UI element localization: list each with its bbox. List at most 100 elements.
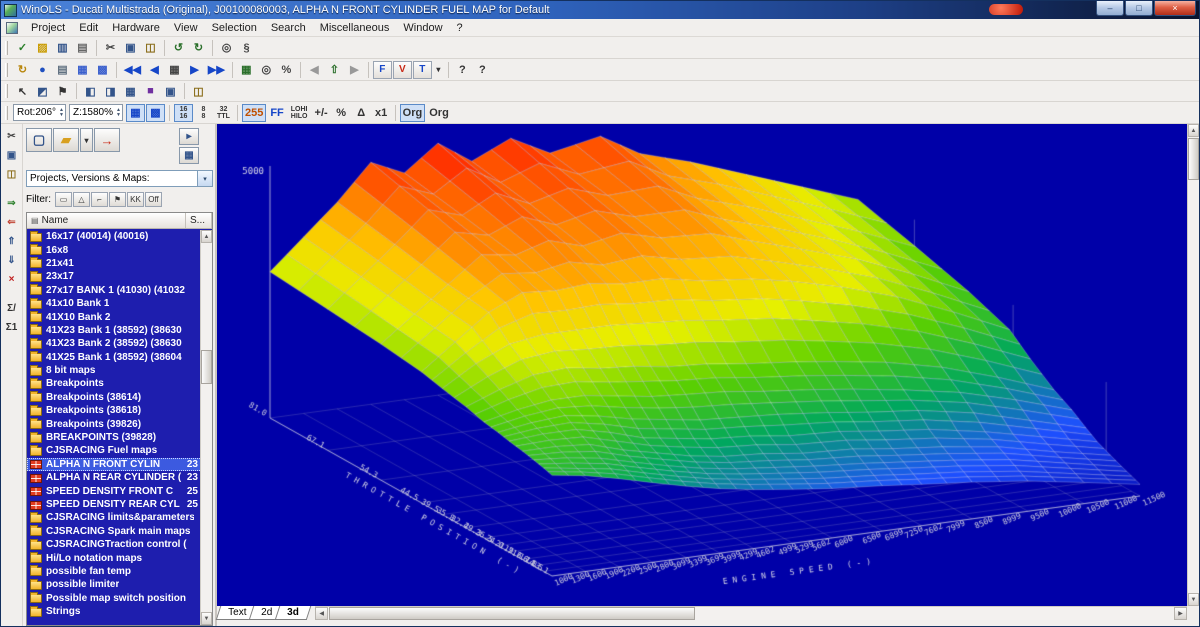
- split-vertical-button[interactable]: ◨: [101, 82, 120, 100]
- list-item[interactable]: 16x8: [27, 243, 212, 256]
- toolbar-grip[interactable]: [5, 84, 8, 98]
- sigma-slash-button[interactable]: Σ/: [3, 300, 21, 317]
- select-pointer-button[interactable]: ↖: [13, 82, 32, 100]
- list-item[interactable]: Breakpoints (38614): [27, 391, 212, 404]
- toolbar-grip[interactable]: [5, 41, 8, 55]
- split-horizontal-button[interactable]: ◧: [81, 82, 100, 100]
- horizontal-scrollbar[interactable]: ◀ ▶: [315, 606, 1187, 620]
- scroll-up-icon[interactable]: ▲: [201, 230, 212, 243]
- fuel-map-3d-surface[interactable]: [217, 124, 1189, 606]
- menu-selection[interactable]: Selection: [205, 20, 264, 36]
- display-x1-button[interactable]: x1: [372, 104, 391, 122]
- grid-edit-button[interactable]: ▩: [93, 61, 112, 79]
- column-header-name[interactable]: ▤ Name: [27, 213, 186, 228]
- text-dropdown[interactable]: ▾: [433, 61, 444, 79]
- paste-button[interactable]: ◫: [141, 39, 160, 57]
- list-item[interactable]: 41X10 Bank 2: [27, 310, 212, 323]
- search-button[interactable]: ◎: [217, 39, 236, 57]
- menu-search[interactable]: Search: [264, 20, 313, 36]
- cut-button[interactable]: ✂: [3, 128, 21, 145]
- close-button[interactable]: ×: [1154, 1, 1196, 16]
- list-item[interactable]: ALPHA N REAR CYLINDER ( 23: [27, 471, 212, 484]
- width-ttl-button[interactable]: 32 TTL: [214, 104, 233, 122]
- tab-3d[interactable]: 3d: [275, 606, 311, 620]
- scroll-up-icon[interactable]: ▲: [1188, 124, 1199, 137]
- width-8-button[interactable]: 8 8: [194, 104, 213, 122]
- column-header-size[interactable]: S...: [186, 213, 212, 228]
- list-item[interactable]: 8 bit maps: [27, 364, 212, 377]
- save-button[interactable]: ▥: [53, 39, 72, 57]
- list-item[interactable]: 41X25 Bank 1 (38592) (38604: [27, 351, 212, 364]
- scroll-left-icon[interactable]: ◀: [315, 607, 328, 620]
- context-help-button[interactable]: ?: [473, 61, 492, 79]
- list-item[interactable]: CJSRACING limits&parameters: [27, 511, 212, 524]
- paste-button[interactable]: ◫: [3, 166, 21, 183]
- nav-prev-button[interactable]: ◀: [145, 61, 164, 79]
- select-region-button[interactable]: ◩: [33, 82, 52, 100]
- maximize-button[interactable]: □: [1125, 1, 1153, 16]
- rotation-spinner[interactable]: Rot:206° ▲ ▼: [13, 104, 66, 121]
- history-forward-button[interactable]: ▶: [345, 61, 364, 79]
- scroll-right-icon[interactable]: ▶: [1174, 607, 1187, 620]
- list-item[interactable]: 23x17: [27, 270, 212, 283]
- sigma-one-button[interactable]: Σ1: [3, 319, 21, 336]
- refresh-button[interactable]: ↻: [13, 61, 32, 79]
- width-16-button[interactable]: 16 16: [174, 104, 193, 122]
- scroll-down-icon[interactable]: ▼: [1188, 593, 1199, 606]
- table-zoom-button[interactable]: ◎: [257, 61, 276, 79]
- menu-help[interactable]: ?: [450, 20, 470, 36]
- display-ff-button[interactable]: FF: [267, 104, 286, 122]
- list-item[interactable]: possible fan temp: [27, 565, 212, 578]
- list-item[interactable]: 21x41: [27, 257, 212, 270]
- display-sign-button[interactable]: +/-: [312, 104, 331, 122]
- copy-button[interactable]: ▣: [3, 147, 21, 164]
- toolbar-grip[interactable]: [5, 63, 8, 77]
- filter-kk-button[interactable]: KK: [127, 192, 144, 207]
- filter-type-button[interactable]: ⌐: [91, 192, 108, 207]
- list-item[interactable]: 16x17 (40014) (40016): [27, 230, 212, 243]
- spinner-arrows[interactable]: ▲ ▼: [59, 108, 64, 118]
- vertical-scrollbar-thumb[interactable]: [1188, 138, 1199, 180]
- chevron-down-icon[interactable]: ▾: [197, 171, 212, 186]
- filter-off-button[interactable]: Off: [145, 192, 162, 207]
- text-button[interactable]: T: [413, 61, 432, 79]
- menu-window[interactable]: Window: [396, 20, 449, 36]
- window-tile-button[interactable]: ▦: [121, 82, 140, 100]
- title-bar[interactable]: WinOLS - Ducati Multistrada (Original), …: [1, 1, 1199, 19]
- info-button[interactable]: ●: [33, 61, 52, 79]
- grid-2d-button[interactable]: ▦: [126, 104, 145, 122]
- grid-view-button[interactable]: ▦: [73, 61, 92, 79]
- export-data-button[interactable]: ⇐: [3, 214, 21, 231]
- list-item[interactable]: Breakpoints (39826): [27, 417, 212, 430]
- open-folder-button[interactable]: ▨: [33, 39, 52, 57]
- print-preview-button[interactable]: ▤: [53, 61, 72, 79]
- color-map-button[interactable]: ■: [141, 82, 160, 100]
- list-item[interactable]: Breakpoints (38618): [27, 404, 212, 417]
- list-item[interactable]: possible limiter: [27, 578, 212, 591]
- list-item[interactable]: ALPHA N FRONT CYLIN 23: [27, 458, 212, 471]
- nav-last-button[interactable]: ▶▶: [205, 61, 228, 79]
- nav-first-button[interactable]: ◀◀: [121, 61, 144, 79]
- list-item[interactable]: 41X23 Bank 1 (38592) (38630: [27, 324, 212, 337]
- list-item[interactable]: Breakpoints: [27, 377, 212, 390]
- list-item[interactable]: BREAKPOINTS (39828): [27, 431, 212, 444]
- horizontal-scrollbar-thumb[interactable]: [329, 607, 695, 620]
- list-item[interactable]: CJSRACINGTraction control (: [27, 538, 212, 551]
- menu-miscellaneous[interactable]: Miscellaneous: [313, 20, 397, 36]
- print-button[interactable]: ▤: [73, 39, 92, 57]
- export-small-button[interactable]: ▸: [179, 128, 199, 145]
- list-item[interactable]: CJSRACING Fuel maps: [27, 444, 212, 457]
- display-org-button[interactable]: Org: [400, 104, 426, 122]
- vertical-scrollbar[interactable]: ▲ ▼: [1187, 124, 1199, 606]
- filter-flag-button[interactable]: ⚑: [109, 192, 126, 207]
- add-checksum-button[interactable]: ✓: [13, 39, 32, 57]
- list-item[interactable]: Strings: [27, 605, 212, 618]
- new-version-button[interactable]: ▢: [26, 128, 52, 152]
- options-button[interactable]: §: [237, 39, 256, 57]
- zoom-spinner[interactable]: Z:1580% ▲ ▼: [69, 104, 123, 121]
- copy-button[interactable]: ▣: [121, 39, 140, 57]
- display-delta-button[interactable]: Δ: [352, 104, 371, 122]
- minimize-button[interactable]: –: [1096, 1, 1124, 16]
- potentiometer-button[interactable]: ◫: [189, 82, 208, 100]
- spinner-arrows[interactable]: ▲ ▼: [116, 108, 121, 118]
